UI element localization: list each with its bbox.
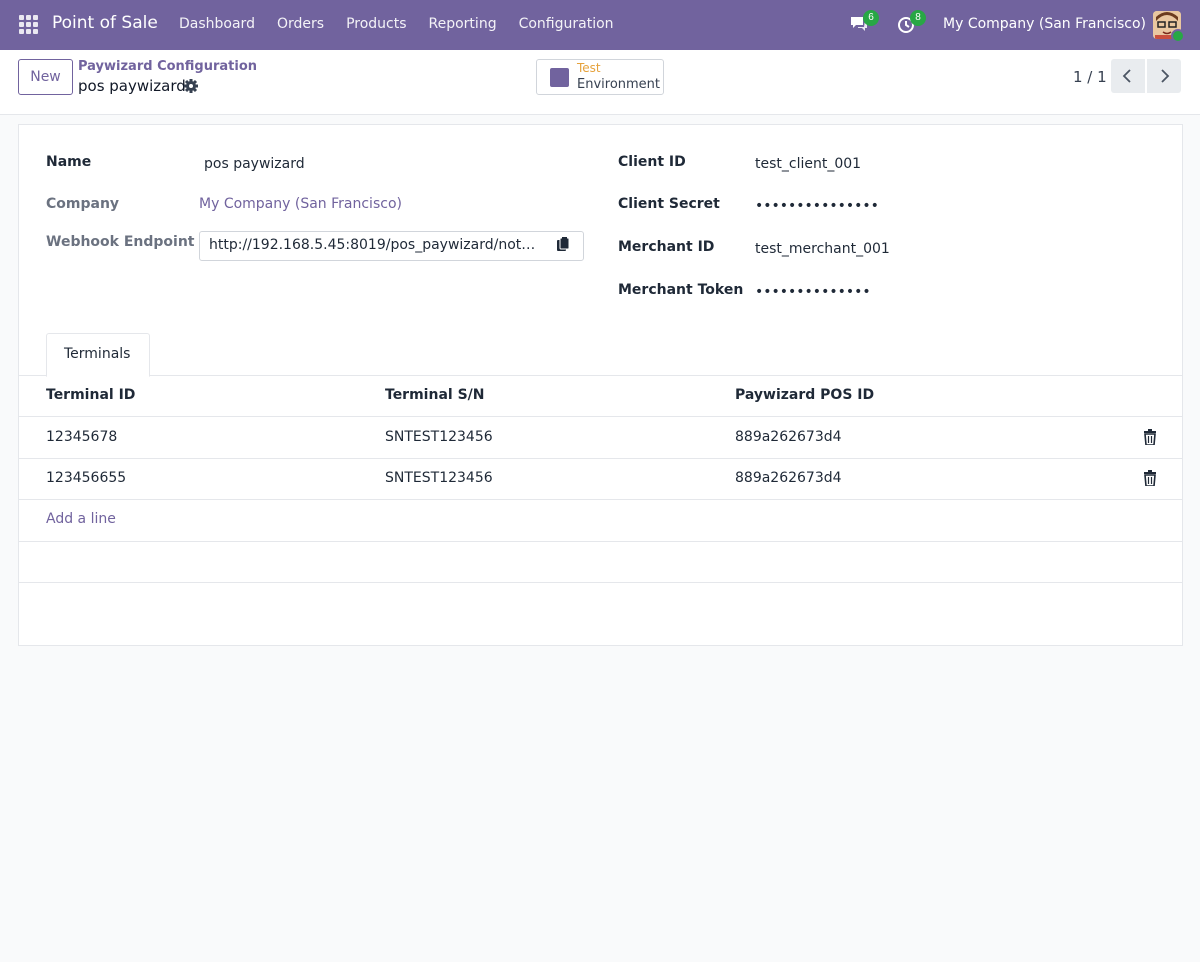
table-row-2-terminal-sn[interactable]: SNTEST123456 (385, 470, 493, 486)
merchant-id-field[interactable]: test_merchant_001 (755, 241, 890, 257)
table-divider (19, 458, 1182, 459)
trash-icon[interactable] (1143, 429, 1157, 446)
top-navbar: Point of Sale Dashboard Orders Products … (0, 0, 1200, 50)
company-switcher[interactable]: My Company (San Francisco) (943, 16, 1146, 32)
table-row-2-pos-id[interactable]: 889a262673d4 (735, 470, 842, 486)
apps-grid-icon[interactable] (19, 15, 39, 35)
table-row-1-terminal-sn[interactable]: SNTEST123456 (385, 429, 493, 445)
tab-divider (19, 375, 1182, 376)
client-secret-label: Client Secret (618, 196, 720, 212)
webhook-endpoint-label: Webhook Endpoint (46, 234, 195, 250)
merchant-token-field[interactable]: •••••••••••••• (755, 284, 871, 300)
activities-badge: 8 (910, 10, 926, 26)
messages-badge: 6 (863, 10, 879, 26)
menu-dashboard[interactable]: Dashboard (179, 16, 255, 32)
name-label: Name (46, 154, 92, 170)
column-header-terminal-sn[interactable]: Terminal S/N (385, 387, 484, 403)
menu-reporting[interactable]: Reporting (429, 16, 497, 32)
new-button[interactable]: New (18, 59, 73, 95)
client-id-label: Client ID (618, 154, 686, 170)
table-divider (19, 541, 1182, 542)
form-sheet: Name pos paywizard Company My Company (S… (18, 124, 1183, 646)
pager-previous-button[interactable] (1111, 59, 1145, 93)
chevron-right-icon (1161, 69, 1170, 83)
online-status-indicator (1171, 29, 1185, 43)
breadcrumb-current: pos paywizard (78, 77, 186, 95)
table-row-1-pos-id[interactable]: 889a262673d4 (735, 429, 842, 445)
client-secret-field[interactable]: ••••••••••••••• (755, 198, 879, 214)
company-field[interactable]: My Company (San Francisco) (199, 196, 402, 212)
merchant-id-label: Merchant ID (618, 239, 715, 255)
client-id-field[interactable]: test_client_001 (755, 156, 861, 172)
merchant-token-label: Merchant Token (618, 282, 744, 298)
trash-icon[interactable] (1143, 470, 1157, 487)
column-header-paywizard-pos-id[interactable]: Paywizard POS ID (735, 387, 874, 403)
app-name[interactable]: Point of Sale (52, 13, 158, 33)
environment-label: Test (577, 61, 601, 75)
control-panel: New Paywizard Configuration pos paywizar… (0, 50, 1200, 115)
table-divider (19, 499, 1182, 500)
tab-terminals-label: Terminals (64, 346, 131, 362)
main-menu: Dashboard Orders Products Reporting Conf… (179, 16, 636, 32)
pager-next-button[interactable] (1147, 59, 1181, 93)
menu-configuration[interactable]: Configuration (519, 16, 614, 32)
table-row-2-terminal-id[interactable]: 123456655 (46, 470, 126, 486)
column-header-terminal-id[interactable]: Terminal ID (46, 387, 135, 403)
table-divider (19, 582, 1182, 583)
chevron-left-icon (1122, 69, 1131, 83)
environment-value: Environment (577, 77, 661, 92)
webhook-endpoint-field[interactable]: http://192.168.5.45:8019/pos_paywizard/n… (199, 231, 584, 261)
environment-color-swatch (550, 68, 569, 87)
menu-orders[interactable]: Orders (277, 16, 324, 32)
table-divider (19, 416, 1182, 417)
name-field[interactable]: pos paywizard (204, 156, 305, 172)
breadcrumb-parent[interactable]: Paywizard Configuration (78, 59, 257, 74)
table-row-1-terminal-id[interactable]: 12345678 (46, 429, 117, 445)
tab-terminals[interactable]: Terminals (46, 333, 150, 377)
gear-icon[interactable] (183, 78, 199, 94)
pager-value[interactable]: 1 / 1 (1073, 68, 1107, 86)
environment-toggle[interactable]: Test Environment (536, 59, 664, 95)
company-label: Company (46, 196, 120, 212)
copy-icon[interactable] (555, 237, 571, 253)
menu-products[interactable]: Products (346, 16, 406, 32)
add-line-link[interactable]: Add a line (46, 511, 116, 527)
webhook-endpoint-value: http://192.168.5.45:8019/pos_paywizard/n… (209, 237, 539, 253)
